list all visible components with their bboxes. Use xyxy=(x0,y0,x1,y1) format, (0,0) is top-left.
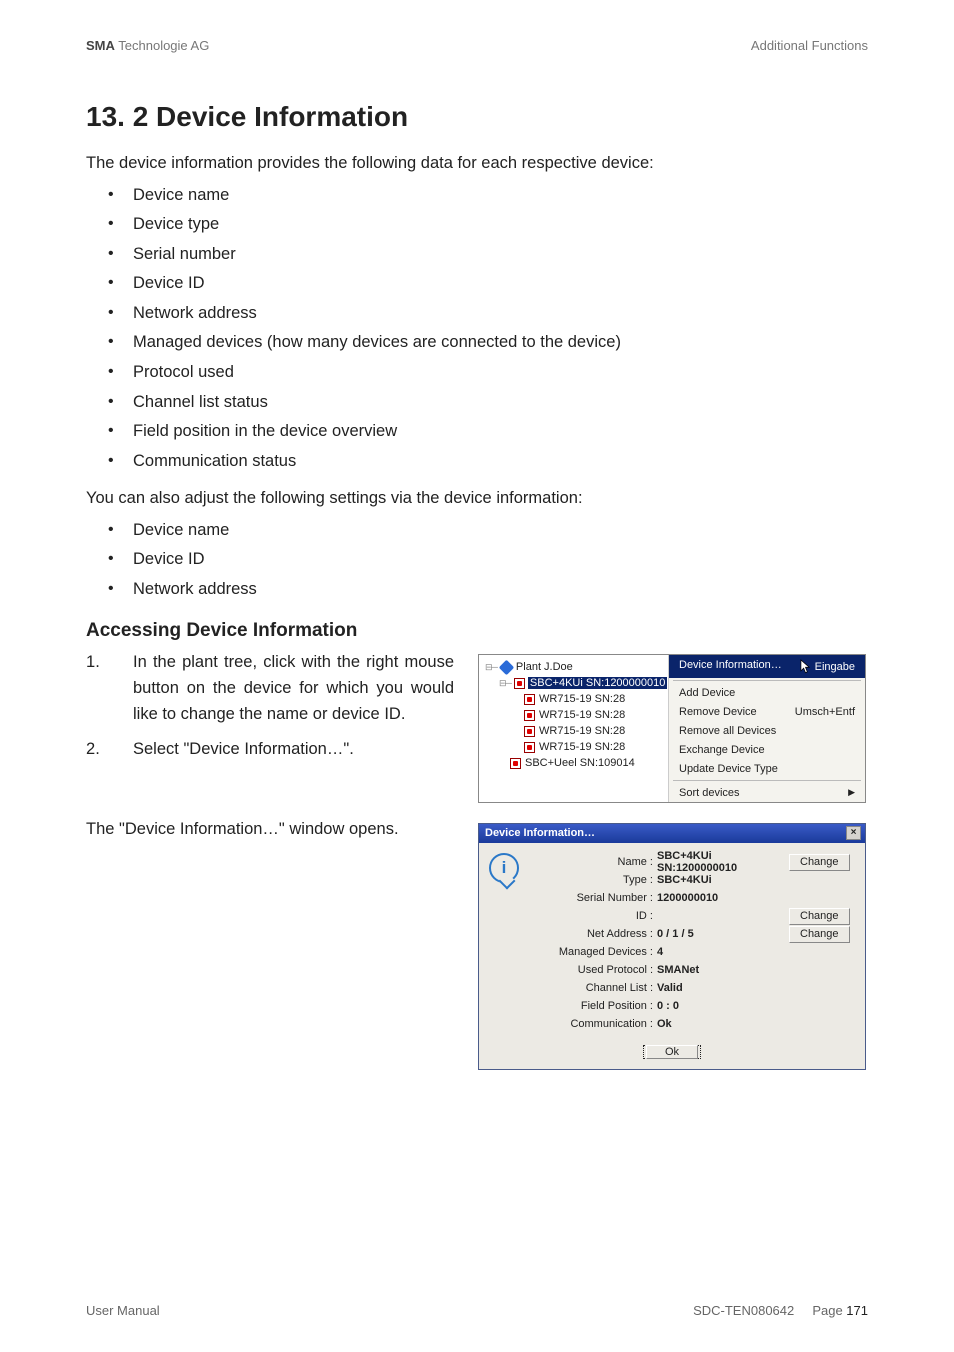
dlg-value: 1200000010 xyxy=(657,892,789,904)
cursor-icon xyxy=(800,659,811,675)
tree-child[interactable]: WR715-19 SN:28 xyxy=(539,693,625,705)
dlg-label: Managed Devices : xyxy=(527,946,657,958)
header-right: Additional Functions xyxy=(751,38,868,53)
footer-docid: SDC-TEN080642 xyxy=(693,1303,794,1318)
list-item: Network address xyxy=(86,577,868,603)
context-menu: Device Information… Eingabe Add Device R… xyxy=(669,655,865,802)
info-icon: i xyxy=(489,853,519,883)
list-item: Channel list status xyxy=(86,390,868,416)
menu-label: Remove all Devices xyxy=(679,725,776,737)
subheading: Accessing Device Information xyxy=(86,620,868,642)
list-item: Communication status xyxy=(86,449,868,475)
menu-label: Exchange Device xyxy=(679,744,765,756)
dlg-value: SMANet xyxy=(657,964,789,976)
tree-child[interactable]: WR715-19 SN:28 xyxy=(539,709,625,721)
menu-label: Sort devices xyxy=(679,787,740,799)
list-item: Managed devices (how many devices are co… xyxy=(86,330,868,356)
figure-tree-contextmenu: ⊟─Plant J.Doe ⊟─SBC+4KUi SN:1200000010 W… xyxy=(478,654,866,803)
menu-label: Device Information… xyxy=(679,659,782,675)
menu-item-remove-all[interactable]: Remove all Devices xyxy=(669,721,865,740)
result-text: The "Device Information…" window opens. xyxy=(86,817,454,843)
device-icon xyxy=(509,757,522,770)
page-title: 13. 2 Device Information xyxy=(86,101,868,133)
dlg-label: Channel List : xyxy=(527,982,657,994)
dlg-value: 0 : 0 xyxy=(657,1000,789,1012)
list-item: Field position in the device overview xyxy=(86,419,868,445)
menu-shortcut: Eingabe xyxy=(815,661,855,673)
menu-item-exchange[interactable]: Exchange Device xyxy=(669,740,865,759)
ok-button[interactable]: Ok xyxy=(643,1045,701,1059)
submenu-arrow-icon: ▶ xyxy=(848,787,855,799)
step-item: In the plant tree, click with the right … xyxy=(86,650,454,727)
brand-bold: SMA xyxy=(86,38,115,53)
figure-device-info-dialog: Device Information… × i Name :SBC+4KUi S… xyxy=(478,823,866,1070)
dlg-value: Ok xyxy=(657,1018,789,1030)
tree-child[interactable]: WR715-19 SN:28 xyxy=(539,741,625,753)
brand-rest: Technologie AG xyxy=(115,38,209,53)
device-icon xyxy=(514,677,525,690)
dlg-label: Used Protocol : xyxy=(527,964,657,976)
steps-list: In the plant tree, click with the right … xyxy=(86,650,454,762)
dlg-label: Name : xyxy=(527,856,657,868)
menu-item-update-type[interactable]: Update Device Type xyxy=(669,759,865,778)
dlg-value: Valid xyxy=(657,982,789,994)
change-netaddr-button[interactable]: Change xyxy=(789,926,850,943)
change-name-button[interactable]: Change xyxy=(789,854,850,871)
menu-label: Add Device xyxy=(679,687,735,699)
plant-icon xyxy=(500,661,513,674)
tree-selected[interactable]: SBC+4KUi SN:1200000010 xyxy=(528,677,667,689)
menu-shortcut: Umsch+Entf xyxy=(795,706,855,718)
list-item: Network address xyxy=(86,301,868,327)
menu-label: Update Device Type xyxy=(679,763,778,775)
dlg-value: 0 / 1 / 5 xyxy=(657,928,789,940)
dlg-label: Serial Number : xyxy=(527,892,657,904)
list-item: Device type xyxy=(86,212,868,238)
list-item: Device ID xyxy=(86,271,868,297)
dlg-value: SBC+4KUi xyxy=(657,874,789,886)
step-item: Select "Device Information…". xyxy=(86,737,454,763)
list-item: Device name xyxy=(86,183,868,209)
menu-separator xyxy=(673,780,861,781)
menu-item-add-device[interactable]: Add Device xyxy=(669,683,865,702)
footer-page-label: Page xyxy=(812,1303,846,1318)
intro-text: The device information provides the foll… xyxy=(86,151,868,177)
dlg-label: Type : xyxy=(527,874,657,886)
menu-item-remove-device[interactable]: Remove Device Umsch+Entf xyxy=(669,702,865,721)
menu-separator xyxy=(673,680,861,681)
info-list: Device name Device type Serial number De… xyxy=(86,183,868,475)
list-item: Device name xyxy=(86,518,868,544)
dlg-label: Communication : xyxy=(527,1018,657,1030)
dlg-value: SBC+4KUi SN:1200000010 xyxy=(657,850,789,874)
change-id-button[interactable]: Change xyxy=(789,908,850,925)
device-icon xyxy=(523,741,536,754)
menu-label: Remove Device xyxy=(679,706,757,718)
adjust-list: Device name Device ID Network address xyxy=(86,518,868,603)
list-item: Protocol used xyxy=(86,360,868,386)
dlg-label: ID : xyxy=(527,910,657,922)
footer-left: User Manual xyxy=(86,1303,160,1318)
page-header: SMA Technologie AG Additional Functions xyxy=(86,38,868,53)
device-icon xyxy=(523,693,536,706)
tree-sibling[interactable]: SBC+Ueel SN:109014 xyxy=(525,757,635,769)
menu-item-sort[interactable]: Sort devices ▶ xyxy=(669,783,865,802)
page-footer: User Manual SDC-TEN080642 Page 171 xyxy=(86,1303,868,1318)
plant-tree[interactable]: ⊟─Plant J.Doe ⊟─SBC+4KUi SN:1200000010 W… xyxy=(479,655,669,802)
dlg-label: Net Address : xyxy=(527,928,657,940)
dlg-label: Field Position : xyxy=(527,1000,657,1012)
menu-item-device-info[interactable]: Device Information… Eingabe xyxy=(669,655,865,678)
device-icon xyxy=(523,709,536,722)
device-icon xyxy=(523,725,536,738)
list-item: Serial number xyxy=(86,242,868,268)
adjust-intro: You can also adjust the following settin… xyxy=(86,486,868,512)
dialog-titlebar: Device Information… × xyxy=(479,824,865,843)
list-item: Device ID xyxy=(86,547,868,573)
close-button[interactable]: × xyxy=(846,826,861,840)
tree-root: Plant J.Doe xyxy=(516,661,573,673)
dialog-title: Device Information… xyxy=(485,827,595,839)
footer-page-number: 171 xyxy=(846,1303,868,1318)
tree-child[interactable]: WR715-19 SN:28 xyxy=(539,725,625,737)
dlg-value: 4 xyxy=(657,946,789,958)
